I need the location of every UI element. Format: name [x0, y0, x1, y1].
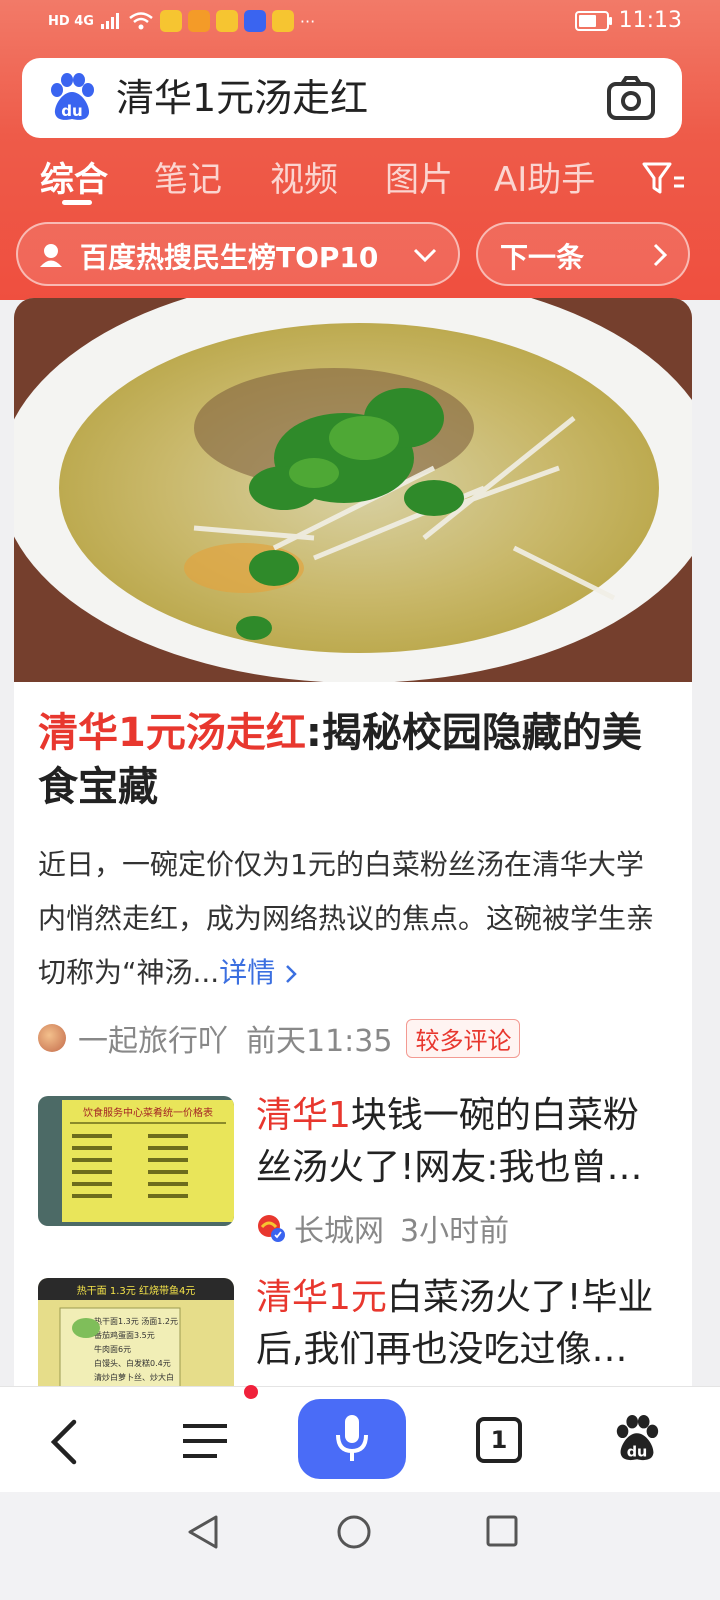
active-tab-indicator	[62, 200, 92, 205]
news-item[interactable]: 饮食服务中心菜肴统一价格表 清华1块钱一碗的白菜粉丝汤火了!网友:我也曾… 长城…	[38, 1095, 678, 1256]
news-title: 清华1元白菜汤火了!毕业后,我们再也没吃过像…	[256, 1272, 674, 1376]
news-time: 3小时前	[400, 1214, 510, 1249]
battery-icon	[574, 10, 612, 31]
thumb-line: 白馒头、白发糕0.4元	[94, 1358, 171, 1368]
tab-ai-assistant[interactable]: AI助手	[494, 152, 595, 201]
baidu-app-icon	[243, 10, 266, 32]
filter-icon[interactable]	[640, 158, 686, 198]
news-item[interactable]: 热干面 1.3元 红烧带鱼4元 热干面1.3元 汤面1.2元 番茄鸡蛋面3.5元…	[38, 1277, 678, 1398]
baidu-logo-icon: du	[51, 73, 94, 120]
soup-photo[interactable]	[14, 298, 692, 682]
weibo-app-icon	[159, 10, 182, 32]
tabs-button[interactable]: 1	[476, 1417, 522, 1463]
nav-home-icon[interactable]	[336, 1514, 372, 1550]
thumb-line: 热干面1.3元 汤面1.2元	[94, 1316, 178, 1326]
nav-back-icon[interactable]	[186, 1514, 220, 1550]
chevron-right-icon	[653, 243, 668, 267]
article-title[interactable]: 清华1元汤走红:揭秘校园隐藏的美食宝藏	[38, 706, 668, 814]
baidu-home-icon[interactable]: du	[612, 1413, 662, 1465]
microphone-icon	[336, 1415, 368, 1461]
tab-videos[interactable]: 视频	[270, 152, 338, 201]
weibo-app-icon-2	[215, 10, 238, 32]
status-badge: 较多评论	[406, 1018, 521, 1058]
thumb-heading: 热干面 1.3元 红烧带鱼4元	[77, 1284, 196, 1297]
tab-notes[interactable]: 笔记	[154, 152, 222, 201]
tab-images[interactable]: 图片	[385, 152, 453, 201]
search-tabs: 综合 笔记 视频 图片 AI助手	[0, 150, 720, 210]
logo-text: du	[627, 1444, 648, 1460]
news-title-highlight: 清华1	[256, 1095, 351, 1136]
status-left: HD 4G ···	[48, 10, 315, 32]
status-right: 11:13	[574, 8, 682, 33]
search-bar[interactable]: du 清华1元汤走红	[22, 58, 682, 138]
thumb-heading: 饮食服务中心菜肴统一价格表	[83, 1106, 213, 1119]
status-bar: HD 4G ··· 11:13	[0, 0, 720, 46]
chevron-right-icon	[286, 965, 297, 983]
clock: 11:13	[618, 8, 682, 33]
person-icon	[40, 244, 62, 267]
network-indicator: HD 4G	[48, 13, 94, 29]
more-notifications: ···	[299, 11, 316, 31]
next-item-label: 下一条	[500, 241, 585, 274]
result-card: 清华1元汤走红:揭秘校园隐藏的美食宝藏 近日，一碗定价仅为1元的白菜粉丝汤在清华…	[14, 298, 692, 1398]
news-title: 清华1块钱一碗的白菜粉丝汤火了!网友:我也曾…	[256, 1090, 674, 1194]
bottom-toolbar: 1 du	[0, 1385, 720, 1493]
hot-list-label: 百度热搜民生榜TOP10	[80, 241, 379, 274]
thumb-line: 清炒白萝卜丝、炒大白	[94, 1372, 174, 1382]
video-app-icon	[187, 10, 210, 32]
menu-icon[interactable]	[180, 1421, 230, 1461]
news-source: 长城网	[294, 1214, 384, 1249]
thumb-line: 番茄鸡蛋面3.5元	[94, 1330, 155, 1340]
detail-link[interactable]: 详情	[219, 956, 298, 989]
chevron-down-icon	[413, 248, 437, 263]
summary-text: 近日，一碗定价仅为1元的白菜粉丝汤在清华大学内悄然走红，成为网络热议的焦点。这碗…	[38, 848, 655, 989]
tab-count: 1	[490, 1426, 508, 1454]
article-meta: 一起旅行吖 前天11:35 较多评论	[38, 1016, 521, 1060]
news-thumbnail: 饮食服务中心菜肴统一价格表	[38, 1096, 234, 1226]
news-thumbnail: 热干面 1.3元 红烧带鱼4元 热干面1.3元 汤面1.2元 番茄鸡蛋面3.5元…	[38, 1278, 234, 1398]
author-name[interactable]: 一起旅行吖	[78, 1016, 228, 1060]
wifi-icon	[129, 12, 153, 30]
voice-search-button[interactable]	[298, 1399, 406, 1479]
detail-link-label: 详情	[219, 956, 276, 989]
logo-text: du	[61, 102, 82, 120]
tab-general[interactable]: 综合	[40, 152, 108, 201]
title-highlight: 清华1元汤走红	[38, 710, 306, 756]
author-avatar[interactable]	[38, 1024, 66, 1052]
publish-time: 前天11:35	[246, 1024, 393, 1059]
next-item-button[interactable]: 下一条	[476, 222, 690, 286]
hot-list-selector[interactable]: 百度热搜民生榜TOP10	[16, 222, 460, 286]
signal-icon	[100, 13, 119, 29]
nav-recents-icon[interactable]	[486, 1515, 518, 1547]
search-query[interactable]: 清华1元汤走红	[116, 72, 368, 124]
camera-icon[interactable]	[606, 74, 656, 122]
news-title-highlight: 清华1元	[256, 1277, 387, 1318]
weibo-app-icon-3	[271, 10, 294, 32]
back-icon[interactable]	[44, 1417, 84, 1467]
article-summary[interactable]: 近日，一碗定价仅为1元的白菜粉丝汤在清华大学内悄然走红，成为网络热议的焦点。这碗…	[38, 838, 670, 1000]
notification-dot	[244, 1385, 258, 1399]
battery-level	[578, 14, 596, 27]
system-navigation-bar	[0, 1492, 720, 1600]
news-meta: 长城网 3小时前	[256, 1206, 509, 1250]
thumb-line: 牛肉面6元	[94, 1344, 131, 1354]
source-icon	[256, 1213, 286, 1243]
